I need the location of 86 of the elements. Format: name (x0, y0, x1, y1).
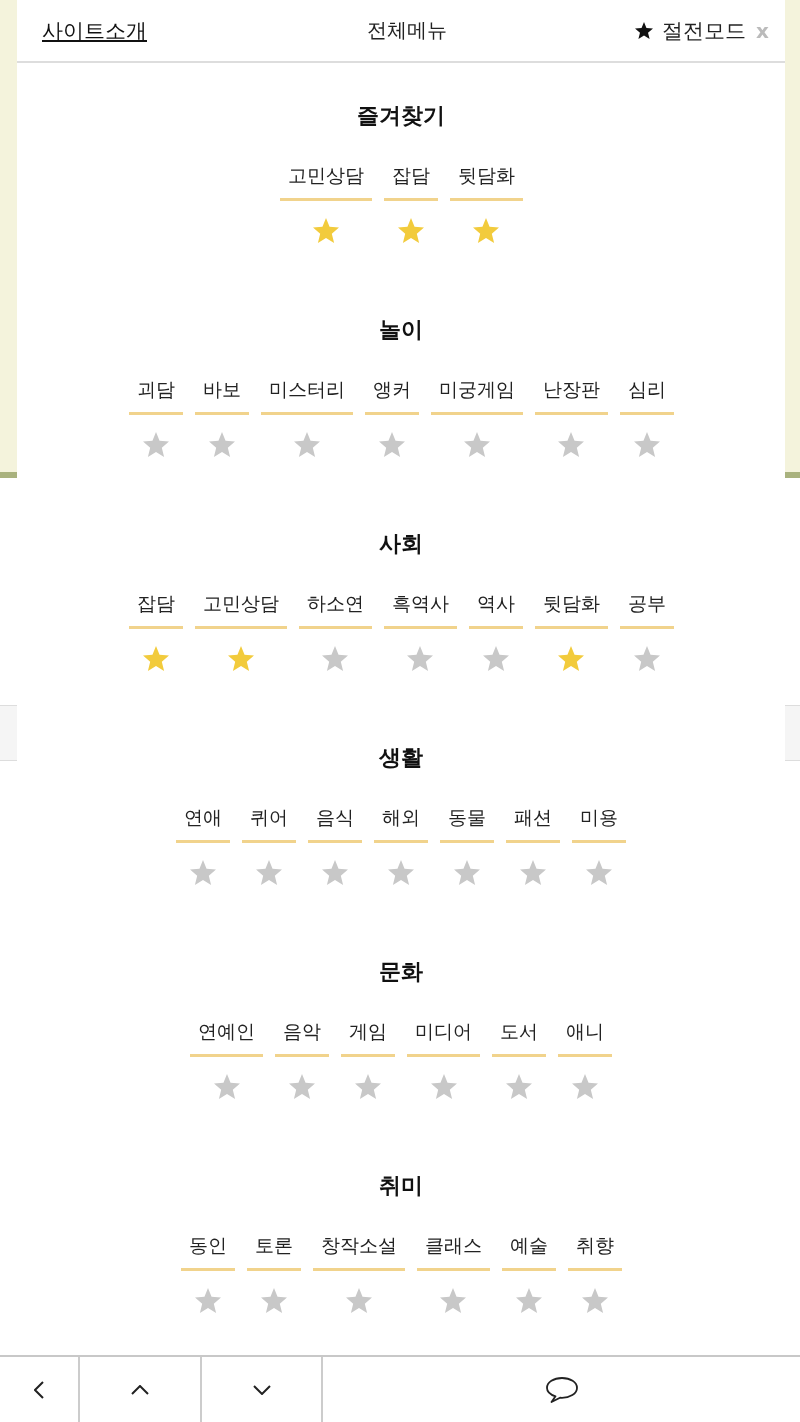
menu-link[interactable]: 뒷담화 (449, 153, 523, 201)
menu-link[interactable]: 바보 (194, 367, 249, 415)
menu-link[interactable]: 창작소설 (312, 1223, 405, 1271)
menu-link[interactable]: 고민상담 (194, 581, 287, 629)
menu-link[interactable]: 하소연 (298, 581, 372, 629)
menu-link[interactable]: 퀴어 (242, 795, 296, 843)
star-icon[interactable] (378, 432, 405, 457)
menu-link[interactable]: 취향 (567, 1223, 622, 1271)
star-icon[interactable] (633, 432, 660, 457)
menu-link[interactable]: 음식 (308, 795, 362, 843)
star-icon[interactable] (397, 218, 424, 243)
menu-link[interactable]: 예술 (501, 1223, 556, 1271)
menu-link[interactable]: 미용 (572, 795, 626, 843)
star-icon[interactable] (515, 1288, 542, 1313)
menu-link[interactable]: 패션 (506, 795, 560, 843)
star-icon[interactable] (142, 646, 169, 671)
star-icon[interactable] (190, 860, 216, 885)
star-icon[interactable] (463, 432, 490, 457)
section-title: 놀이 (379, 316, 423, 344)
menu-link[interactable]: 미궁게임 (430, 367, 523, 415)
menu-link[interactable]: 뒷담화 (534, 581, 608, 629)
star-icon[interactable] (289, 1074, 315, 1099)
star-icon[interactable] (142, 432, 169, 457)
menu-link[interactable]: 미스터리 (260, 367, 353, 415)
section-title: 취미 (379, 1172, 423, 1200)
star-icon[interactable] (440, 1288, 466, 1313)
menu-link[interactable]: 도서 (492, 1009, 546, 1057)
menu-link[interactable]: 클래스 (416, 1223, 490, 1271)
star-icon[interactable] (473, 218, 499, 243)
menu-link[interactable]: 앵커 (364, 367, 419, 415)
star-icon[interactable] (194, 1288, 221, 1313)
menu-link[interactable]: 잡담 (128, 581, 183, 629)
section-title: 생활 (379, 744, 423, 772)
menu-title: 전체메뉴 (366, 17, 447, 44)
menu-link[interactable]: 미디어 (407, 1009, 480, 1057)
menu-link[interactable]: 동인 (180, 1223, 235, 1271)
menu-link[interactable]: 동물 (440, 795, 494, 843)
star-icon[interactable] (430, 1074, 457, 1099)
star-icon[interactable] (572, 1074, 598, 1099)
menu-link[interactable]: 흑역사 (383, 581, 457, 629)
menu-link[interactable]: 연예인 (190, 1009, 263, 1057)
menu-link[interactable]: 토론 (246, 1223, 301, 1271)
menu-link[interactable]: 잡담 (383, 153, 438, 201)
star-icon (635, 22, 654, 39)
menu-link[interactable]: 심리 (619, 367, 674, 415)
speech-bubble-icon (545, 1376, 578, 1403)
star-icon[interactable] (558, 432, 584, 457)
star-icon[interactable] (322, 646, 348, 671)
star-icon[interactable] (227, 646, 254, 671)
menu-link[interactable]: 괴담 (128, 367, 183, 415)
star-icon[interactable] (633, 646, 660, 671)
chevron-up-icon (131, 1384, 149, 1395)
chevron-left-icon (34, 1380, 44, 1399)
star-icon[interactable] (558, 646, 584, 671)
star-icon[interactable] (586, 860, 612, 885)
star-icon[interactable] (293, 432, 320, 457)
star-icon[interactable] (407, 646, 433, 671)
star-icon[interactable] (312, 218, 339, 243)
star-icon[interactable] (345, 1288, 372, 1313)
power-save-button[interactable]: 절전모드 (635, 16, 747, 45)
star-icon[interactable] (581, 1288, 608, 1313)
about-link[interactable]: 사이트소개 (42, 16, 147, 45)
star-icon[interactable] (260, 1288, 287, 1313)
menu-link[interactable]: 음악 (275, 1009, 329, 1057)
menu-link[interactable]: 게임 (341, 1009, 395, 1057)
menu-link[interactable]: 해외 (374, 795, 428, 843)
menu-link[interactable]: 연애 (176, 795, 230, 843)
star-icon[interactable] (482, 646, 509, 671)
star-icon[interactable] (506, 1074, 532, 1099)
star-icon[interactable] (256, 860, 282, 885)
star-icon[interactable] (388, 860, 414, 885)
chevron-down-icon (252, 1384, 271, 1395)
section-title: 사회 (379, 530, 423, 558)
star-icon[interactable] (208, 432, 235, 457)
star-icon[interactable] (213, 1074, 240, 1099)
menu-link[interactable]: 역사 (468, 581, 523, 629)
menu-link[interactable]: 난장판 (534, 367, 608, 415)
star-icon[interactable] (454, 860, 480, 885)
star-icon[interactable] (520, 860, 546, 885)
menu-link[interactable]: 공부 (619, 581, 674, 629)
menu-link[interactable]: 고민상담 (279, 153, 372, 201)
section-title: 문화 (379, 958, 423, 986)
star-icon[interactable] (322, 860, 348, 885)
menu-link[interactable]: 애니 (558, 1009, 612, 1057)
section-title: 즐겨찾기 (357, 102, 445, 130)
star-icon[interactable] (355, 1074, 381, 1099)
